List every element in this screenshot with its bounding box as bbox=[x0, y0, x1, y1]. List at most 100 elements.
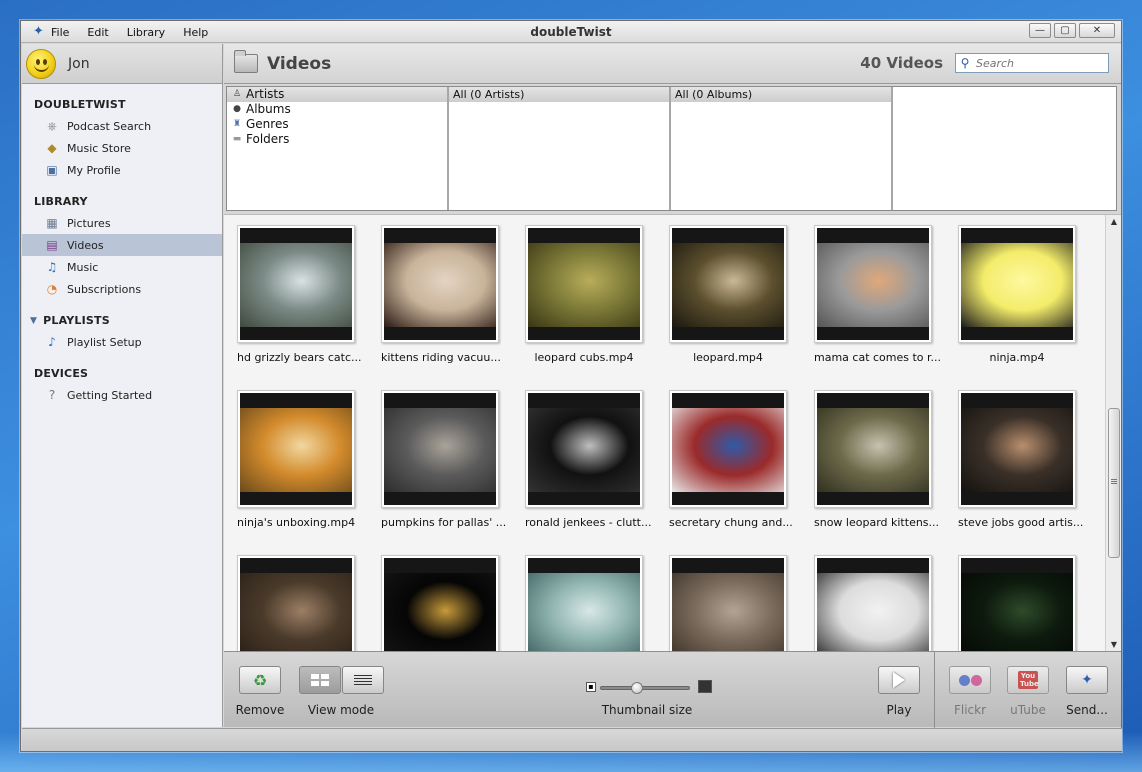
scroll-down-arrow-icon[interactable]: ▼ bbox=[1106, 638, 1121, 651]
section-doubletwist: DOUBLETWIST bbox=[34, 98, 126, 111]
folder-icon bbox=[234, 50, 258, 73]
play-button[interactable] bbox=[878, 666, 920, 694]
video-caption: kittens riding vacuu... bbox=[381, 351, 501, 364]
scrollbar-thumb[interactable] bbox=[1108, 408, 1120, 558]
video-thumbnail-frame bbox=[958, 225, 1076, 343]
folder-small-icon: ▬ bbox=[232, 134, 242, 144]
view-mode-grid-button[interactable] bbox=[299, 666, 341, 694]
albums-column: All (0 Albums) bbox=[671, 87, 893, 210]
close-button[interactable]: ✕ bbox=[1079, 23, 1115, 38]
sidebar-item-music-store[interactable]: ◆ Music Store bbox=[22, 137, 222, 159]
menu-edit[interactable]: Edit bbox=[87, 26, 108, 39]
recycle-icon: ♻ bbox=[252, 670, 268, 690]
sidebar: Jon DOUBLETWIST ⎈ Podcast Search ◆ Music… bbox=[22, 44, 223, 727]
video-tile[interactable]: secretary chung and... bbox=[669, 390, 793, 529]
video-tile[interactable] bbox=[237, 555, 355, 651]
collapse-triangle-icon[interactable]: ▼ bbox=[30, 316, 37, 326]
maximize-button[interactable]: ▢ bbox=[1054, 23, 1076, 38]
remove-button[interactable]: ♻ bbox=[239, 666, 281, 694]
view-mode-list-button[interactable] bbox=[342, 666, 384, 694]
video-thumbnail bbox=[384, 558, 496, 651]
sidebar-item-label: Playlist Setup bbox=[67, 335, 142, 349]
video-tile[interactable] bbox=[381, 555, 499, 651]
video-caption: mama cat comes to r... bbox=[814, 351, 942, 364]
video-thumbnail-image bbox=[817, 573, 929, 651]
music-store-icon: ◆ bbox=[47, 141, 57, 155]
video-thumbnail-frame bbox=[381, 555, 499, 651]
video-tile[interactable]: leopard.mp4 bbox=[669, 225, 787, 364]
video-tile[interactable]: steve jobs good artis... bbox=[958, 390, 1083, 529]
play-icon bbox=[893, 672, 905, 688]
video-thumbnail bbox=[528, 558, 640, 651]
sidebar-item-getting-started[interactable]: ? Getting Started bbox=[22, 384, 222, 406]
thumbnail-size-slider[interactable] bbox=[600, 682, 690, 694]
sidebar-item-pictures[interactable]: ▦ Pictures bbox=[22, 212, 222, 234]
menu-help[interactable]: Help bbox=[183, 26, 208, 39]
sidebar-item-podcast-search[interactable]: ⎈ Podcast Search bbox=[22, 115, 222, 137]
category-artists[interactable]: ♙ Artists bbox=[227, 87, 447, 102]
video-tile[interactable] bbox=[958, 555, 1076, 651]
main-panel: Videos 40 Videos ⚲ ♙ Artists ● Albums ♜ bbox=[224, 44, 1121, 728]
minimize-button[interactable]: — bbox=[1029, 23, 1051, 38]
video-caption: ninja's unboxing.mp4 bbox=[237, 516, 356, 529]
artists-column: All (0 Artists) bbox=[449, 87, 671, 210]
category-column: ♙ Artists ● Albums ♜ Genres ▬ Folders bbox=[227, 87, 449, 210]
video-tile[interactable]: ninja.mp4 bbox=[958, 225, 1076, 364]
video-tile[interactable] bbox=[525, 555, 643, 651]
video-thumbnail bbox=[672, 558, 784, 651]
video-thumbnail-image bbox=[528, 243, 640, 327]
menu-library[interactable]: Library bbox=[127, 26, 165, 39]
sidebar-item-playlist-setup[interactable]: ♪ Playlist Setup bbox=[22, 331, 222, 353]
video-thumbnail-image bbox=[961, 408, 1073, 492]
video-thumbnail-frame bbox=[237, 555, 355, 651]
artists-all-row[interactable]: All (0 Artists) bbox=[449, 87, 669, 102]
search-box[interactable]: ⚲ bbox=[955, 53, 1109, 73]
video-caption: leopard.mp4 bbox=[693, 351, 763, 364]
youtube-button[interactable]: You Tube bbox=[1007, 666, 1049, 694]
sidebar-item-music[interactable]: ♫ Music bbox=[22, 256, 222, 278]
video-tile[interactable]: snow leopard kittens... bbox=[814, 390, 939, 529]
video-thumbnail bbox=[817, 393, 929, 505]
send-button[interactable]: ✦ bbox=[1066, 666, 1108, 694]
video-thumbnail-image bbox=[817, 408, 929, 492]
video-tile[interactable]: kittens riding vacuu... bbox=[381, 225, 501, 364]
vertical-scrollbar[interactable]: ▲ ▼ bbox=[1105, 215, 1121, 651]
video-tile[interactable] bbox=[669, 555, 787, 651]
category-genres[interactable]: ♜ Genres bbox=[227, 117, 447, 132]
flickr-button[interactable] bbox=[949, 666, 991, 694]
menu-file[interactable]: File bbox=[51, 26, 69, 39]
sidebar-item-label: My Profile bbox=[67, 163, 121, 177]
video-tile[interactable]: ninja's unboxing.mp4 bbox=[237, 390, 355, 529]
search-icon[interactable]: ⚲ bbox=[956, 56, 974, 70]
scroll-up-arrow-icon[interactable]: ▲ bbox=[1106, 215, 1121, 229]
section-playlists[interactable]: ▼ PLAYLISTS bbox=[22, 300, 222, 331]
video-tile[interactable]: leopard cubs.mp4 bbox=[525, 225, 643, 364]
slider-knob[interactable] bbox=[631, 682, 643, 694]
video-tile[interactable]: ronald jenkees - clutt... bbox=[525, 390, 651, 529]
video-thumbnail-frame bbox=[669, 225, 787, 343]
albums-all-row[interactable]: All (0 Albums) bbox=[671, 87, 891, 102]
sidebar-item-my-profile[interactable]: ▣ My Profile bbox=[22, 159, 222, 181]
playlist-icon: ♪ bbox=[48, 335, 56, 349]
video-tile[interactable]: mama cat comes to r... bbox=[814, 225, 942, 364]
doubletwist-logo-icon: ✦ bbox=[33, 24, 44, 39]
video-tile[interactable] bbox=[814, 555, 932, 651]
category-albums[interactable]: ● Albums bbox=[227, 102, 447, 117]
sidebar-item-videos[interactable]: ▤ Videos bbox=[22, 234, 222, 256]
category-folders[interactable]: ▬ Folders bbox=[227, 132, 447, 147]
send-label: Send... bbox=[1066, 703, 1108, 717]
video-thumbnail-frame bbox=[814, 555, 932, 651]
status-bar bbox=[22, 728, 1122, 751]
video-grid: hd grizzly bears catc... kittens riding v… bbox=[224, 214, 1121, 651]
category-label: Folders bbox=[246, 132, 290, 146]
sidebar-item-label: Subscriptions bbox=[67, 282, 142, 296]
video-tile[interactable]: hd grizzly bears catc... bbox=[237, 225, 362, 364]
user-bar[interactable]: Jon bbox=[22, 44, 222, 84]
video-thumbnail-frame bbox=[381, 390, 499, 508]
video-thumbnail-frame bbox=[381, 225, 499, 343]
video-tile[interactable]: pumpkins for pallas' ... bbox=[381, 390, 506, 529]
video-thumbnail-frame bbox=[237, 225, 355, 343]
search-input[interactable] bbox=[974, 55, 1094, 71]
grid-view-icon bbox=[311, 674, 329, 686]
sidebar-item-subscriptions[interactable]: ◔ Subscriptions bbox=[22, 278, 222, 300]
